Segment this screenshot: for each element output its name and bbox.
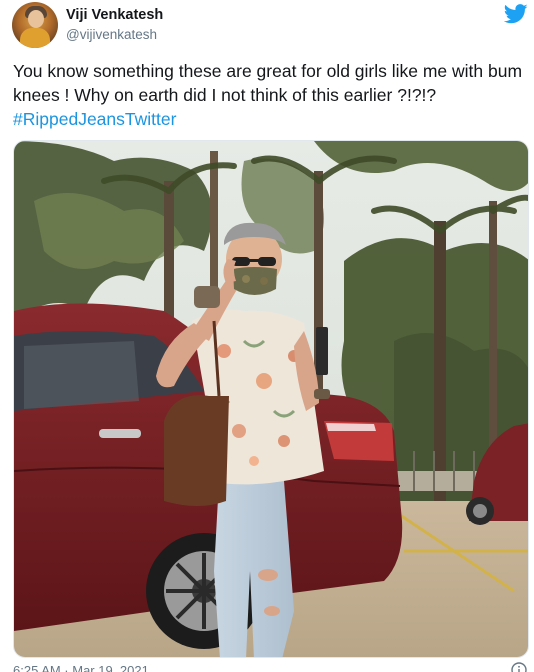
author-handle[interactable]: @vijivenkatesh (66, 27, 157, 42)
avatar[interactable] (12, 2, 58, 48)
author-name[interactable]: Viji Venkatesh (66, 7, 163, 23)
tweet-photo[interactable] (13, 140, 529, 658)
tweet-timestamp[interactable]: 6:25 AM · Mar 19, 2021 (13, 663, 149, 672)
tweet-text: You know something these are great for o… (13, 59, 528, 131)
photo-content (14, 141, 528, 657)
hashtag-link[interactable]: #RippedJeansTwitter (13, 107, 528, 131)
info-icon[interactable] (511, 662, 527, 672)
twitter-bird-icon[interactable] (504, 4, 528, 24)
tweet-body: You know something these are great for o… (13, 61, 523, 105)
tweet-card: Viji Venkatesh @vijivenkatesh You know s… (0, 0, 534, 672)
